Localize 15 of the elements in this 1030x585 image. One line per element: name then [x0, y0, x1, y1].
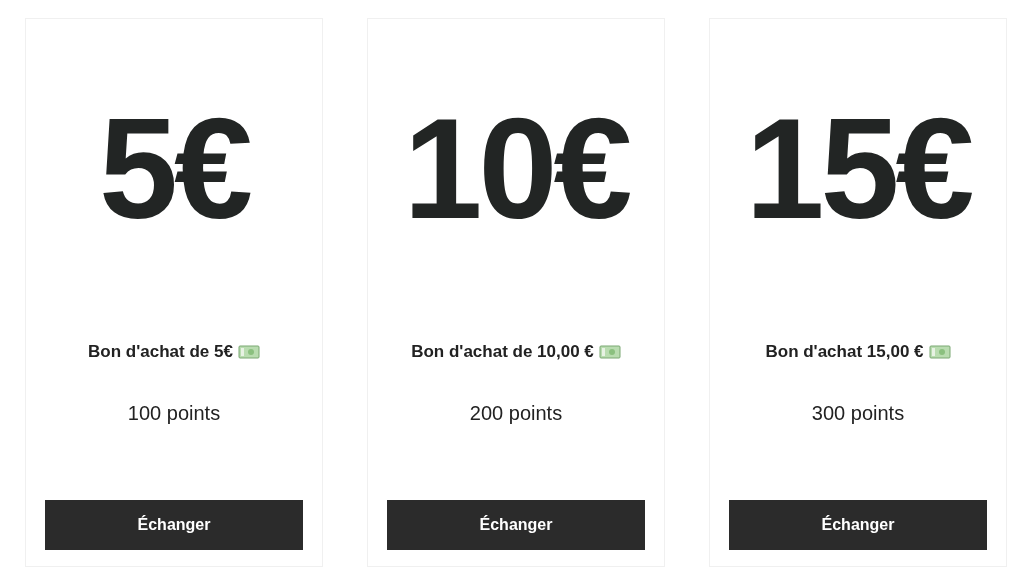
- banknote-icon: [598, 343, 621, 360]
- points-label: 100 points: [127, 400, 221, 426]
- voucher-amount: 5€: [99, 98, 249, 240]
- exchange-button[interactable]: Échanger: [729, 499, 987, 550]
- voucher-title: Bon d'achat de 5€: [88, 341, 233, 363]
- points-label: 200 points: [469, 400, 563, 426]
- exchange-button[interactable]: Échanger: [45, 499, 303, 550]
- banknote-icon: [928, 343, 951, 360]
- banknote-icon: [237, 343, 260, 360]
- voucher-title: Bon d'achat de 10,00 €: [411, 341, 594, 363]
- voucher-amount: 10€: [403, 98, 629, 240]
- exchange-button[interactable]: Échanger: [387, 499, 645, 550]
- voucher-title: Bon d'achat 15,00 €: [765, 341, 924, 363]
- voucher-amount: 15€: [745, 98, 971, 240]
- points-label: 300 points: [811, 400, 905, 426]
